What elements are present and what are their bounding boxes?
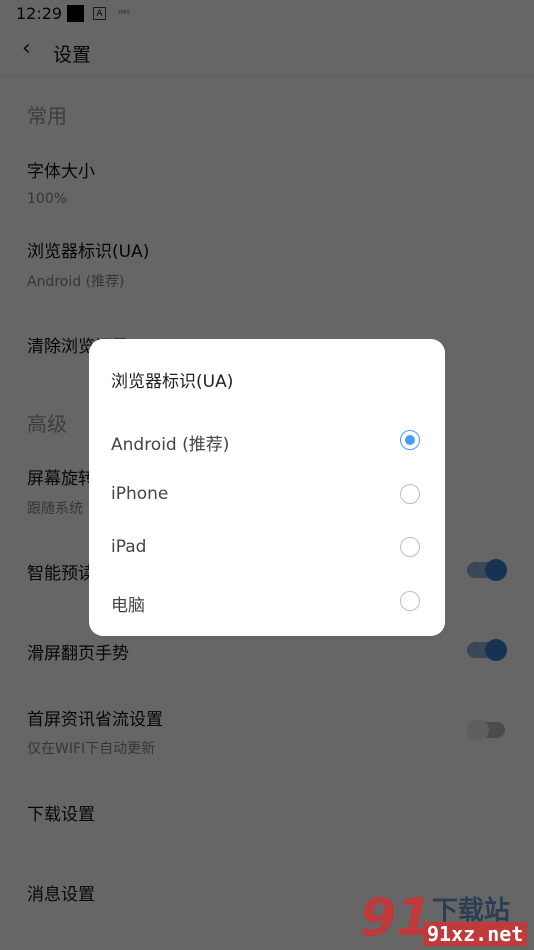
dialog-title: 浏览器标识(UA): [111, 372, 234, 392]
option-ipad[interactable]: iPad: [89, 523, 445, 573]
option-label: iPhone: [111, 484, 169, 504]
option-android[interactable]: Android (推荐): [89, 416, 445, 466]
option-label: 电脑: [111, 596, 145, 616]
option-label: Android (推荐): [111, 435, 230, 455]
option-iphone[interactable]: iPhone: [89, 470, 445, 520]
radio-unchecked-icon[interactable]: [400, 537, 420, 557]
user-agent-dialog: 浏览器标识(UA) Android (推荐) iPhone iPad 电脑: [89, 339, 445, 636]
radio-unchecked-icon[interactable]: [400, 591, 420, 611]
watermark-logo: 91 下载站 91xz.net: [360, 888, 534, 950]
radio-checked-icon[interactable]: [400, 430, 420, 450]
option-pc[interactable]: 电脑: [89, 577, 445, 627]
option-label: iPad: [111, 537, 147, 557]
watermark-domain: 91xz.net: [423, 922, 528, 946]
watermark-number: 91: [360, 888, 433, 948]
radio-unchecked-icon[interactable]: [400, 484, 420, 504]
